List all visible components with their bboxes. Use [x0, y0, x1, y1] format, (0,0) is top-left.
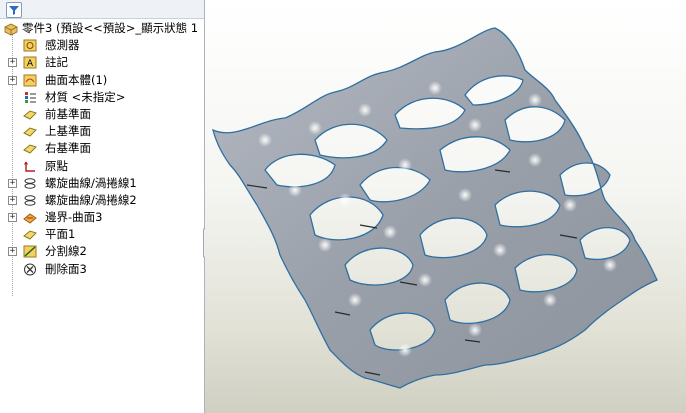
expand-icon[interactable]: + [8, 213, 17, 223]
part-icon [4, 23, 18, 36]
tree-item-label: 平面1 [45, 227, 76, 242]
tree-item-label: 原點 [45, 158, 68, 173]
origin-icon [24, 161, 35, 172]
delete-face-icon [24, 263, 36, 276]
tree-item-label: 上基準面 [45, 124, 91, 139]
expand-icon[interactable]: + [8, 75, 17, 85]
surface-model[interactable] [205, 0, 686, 413]
material-icon [25, 91, 36, 103]
tree-item-label: 螺旋曲線/渦捲線2 [45, 192, 137, 207]
plane-icon [23, 230, 37, 240]
sensor-icon [23, 39, 37, 52]
filter-bar [0, 0, 204, 19]
tree-item-sensor[interactable]: 感測器 [0, 37, 204, 54]
expand-icon[interactable]: + [8, 58, 17, 68]
tree-item-plane[interactable]: 上基準面 [0, 123, 204, 140]
tree-item-label: 分割線2 [45, 244, 87, 259]
tree-root[interactable]: 零件3 (預設<<預設>_顯示狀態 1 [0, 20, 204, 37]
tree-item-label: 註記 [45, 55, 68, 70]
surface-bodies-icon [23, 74, 37, 87]
expand-icon[interactable]: + [8, 195, 17, 205]
tree-root-label: 零件3 (預設<<預設>_顯示狀態 1 [22, 21, 199, 35]
tree-item-plane[interactable]: 平面1 [0, 226, 204, 243]
helix-icon [24, 195, 36, 206]
tree-item-label: 邊界-曲面3 [45, 210, 103, 225]
tree-item-plane[interactable]: 前基準面 [0, 106, 204, 123]
tree-item-label: 刪除面3 [45, 261, 87, 276]
annotation-icon: A [23, 56, 37, 69]
tree-item-split-line[interactable]: + 分割線2 [0, 243, 204, 260]
tree-item-helix[interactable]: + 螺旋曲線/渦捲線2 [0, 192, 204, 209]
tree-item-material[interactable]: 材質 <未指定> [0, 89, 204, 106]
tree-item-annotation[interactable]: + A 註記 [0, 54, 204, 71]
svg-text:A: A [27, 59, 34, 69]
tree-item-delete-face[interactable]: 刪除面3 [0, 261, 204, 278]
tree-item-label: 曲面本體(1) [45, 72, 108, 87]
tree-item-label: 感測器 [45, 38, 80, 53]
split-line-icon [23, 245, 37, 258]
tree-item-origin[interactable]: 原點 [0, 158, 204, 175]
feature-tree: 零件3 (預設<<預設>_顯示狀態 1 感測器 + A 註記 + 曲面本體(1) 材質 <未… [0, 20, 204, 296]
feature-manager-panel: 零件3 (預設<<預設>_顯示狀態 1 感測器 + A 註記 + 曲面本體(1) 材質 <未… [0, 0, 205, 413]
plane-icon [23, 110, 37, 120]
tree-item-plane[interactable]: 右基準面 [0, 140, 204, 157]
tree-item-label: 右基準面 [45, 141, 91, 156]
tree-item-helix[interactable]: + 螺旋曲線/渦捲線1 [0, 175, 204, 192]
expand-icon[interactable]: + [8, 247, 17, 257]
graphics-viewport[interactable] [205, 0, 686, 413]
expand-icon[interactable]: + [8, 178, 17, 188]
plane-icon [23, 127, 37, 137]
filter-icon[interactable] [6, 2, 22, 18]
tree-item-surface-bodies[interactable]: + 曲面本體(1) [0, 72, 204, 89]
boundary-surface-icon [23, 213, 37, 224]
tree-item-label: 螺旋曲線/渦捲線1 [45, 175, 137, 190]
tree-item-label: 前基準面 [45, 106, 91, 121]
tree-item-boundary-surface[interactable]: + 邊界-曲面3 [0, 209, 204, 226]
tree-item-label: 材質 <未指定> [45, 89, 126, 104]
helix-icon [24, 177, 36, 189]
plane-icon [23, 144, 37, 154]
